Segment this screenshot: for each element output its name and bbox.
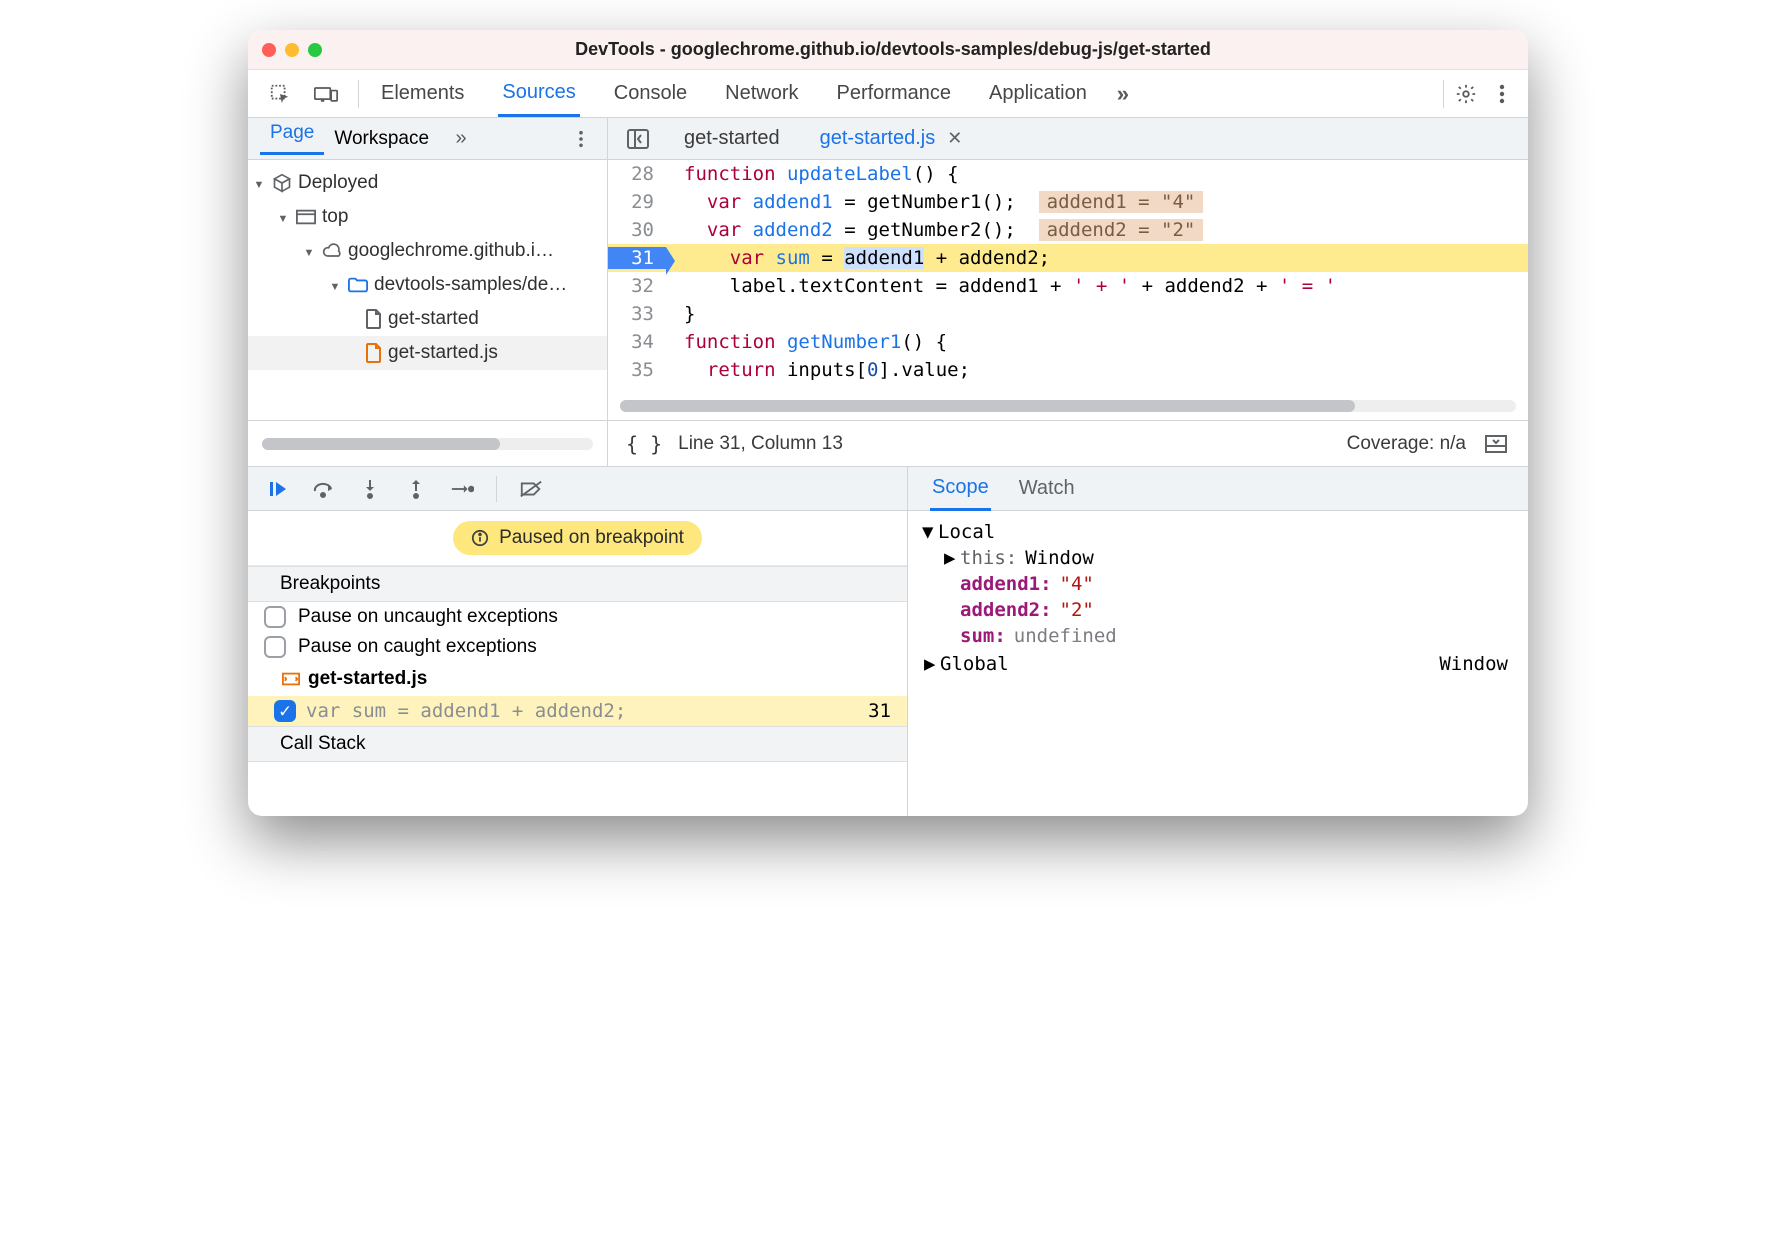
sources-subtoolbar: Page Workspace » get-started get-started…	[248, 118, 1528, 160]
scope-this[interactable]: ▶this:Window	[922, 545, 1514, 571]
tree-file-html[interactable]: get-started	[248, 302, 607, 336]
code-line-33[interactable]: 33}	[608, 300, 1528, 328]
cube-icon	[272, 173, 292, 193]
pause-caught-row[interactable]: Pause on caught exceptions	[248, 632, 907, 662]
debugger-sidebar: Paused on breakpoint Breakpoints Pause o…	[248, 467, 908, 816]
scope-local-header[interactable]: ▼Local	[922, 519, 1514, 545]
page-tab[interactable]: Page	[260, 122, 324, 155]
close-tab-icon[interactable]: ✕	[947, 128, 962, 149]
toggle-drawer-icon[interactable]	[1482, 430, 1510, 458]
breakpoint-file-icon	[282, 672, 300, 686]
code-line-30[interactable]: 30 var addend2 = getNumber2(); addend2 =…	[608, 216, 1528, 244]
paused-banner: Paused on breakpoint	[248, 511, 907, 566]
scope-var-addend1[interactable]: addend1:"4"	[922, 571, 1514, 597]
tree-folder[interactable]: devtools-samples/de…	[248, 268, 607, 302]
zoom-window-button[interactable]	[308, 43, 322, 57]
resume-icon[interactable]	[266, 477, 290, 501]
step-into-icon[interactable]	[358, 477, 382, 501]
tab-elements[interactable]: Elements	[377, 72, 468, 115]
watch-tab[interactable]: Watch	[1017, 468, 1077, 509]
tab-network[interactable]: Network	[721, 72, 802, 115]
window-title: DevTools - googlechrome.github.io/devtoo…	[322, 39, 1514, 60]
step-out-icon[interactable]	[404, 477, 428, 501]
file-icon	[366, 309, 382, 329]
tree-deployed[interactable]: Deployed	[248, 166, 607, 200]
settings-icon[interactable]	[1452, 80, 1480, 108]
code-line-34[interactable]: 34function getNumber1() {	[608, 328, 1528, 356]
step-icon[interactable]	[450, 477, 474, 501]
pause-uncaught-row[interactable]: Pause on uncaught exceptions	[248, 602, 907, 632]
kebab-menu-icon[interactable]	[1488, 80, 1516, 108]
scope-tab[interactable]: Scope	[930, 467, 991, 511]
tab-sources[interactable]: Sources	[498, 71, 579, 117]
code-line-29[interactable]: 29 var addend1 = getNumber1(); addend1 =…	[608, 188, 1528, 216]
scope-var-addend2[interactable]: addend2:"2"	[922, 597, 1514, 623]
info-icon	[471, 529, 489, 547]
file-navigator: Deployed top googlechrome.github.i… devt…	[248, 160, 608, 420]
deactivate-breakpoints-icon[interactable]	[519, 477, 543, 501]
scope-global[interactable]: ▶Global Window	[922, 649, 1514, 675]
tree-file-js[interactable]: get-started.js	[248, 336, 607, 370]
main-toolbar: Elements Sources Console Network Performance…	[248, 70, 1528, 118]
scope-panel: Scope Watch ▼Local ▶this:Window addend1:…	[908, 467, 1528, 816]
more-tabs-icon[interactable]: »	[1109, 80, 1137, 108]
devtools-window: DevTools - googlechrome.github.io/devtoo…	[248, 30, 1528, 816]
scope-var-sum[interactable]: sum:undefined	[922, 623, 1514, 649]
tree-domain[interactable]: googlechrome.github.i…	[248, 234, 607, 268]
file-tab-get-started-js[interactable]: get-started.js ✕	[812, 127, 971, 150]
code-line-31[interactable]: 31 var sum = addend1 + addend2;	[608, 244, 1528, 272]
js-file-icon	[366, 343, 382, 363]
checkbox-uncaught[interactable]	[264, 606, 286, 628]
close-window-button[interactable]	[262, 43, 276, 57]
tree-top[interactable]: top	[248, 200, 607, 234]
code-line-32[interactable]: 32 label.textContent = addend1 + ' + ' +…	[608, 272, 1528, 300]
callstack-section-header[interactable]: Call Stack	[248, 726, 907, 762]
navigator-h-scrollbar[interactable]	[262, 438, 593, 450]
tab-console[interactable]: Console	[610, 72, 691, 115]
code-line-35[interactable]: 35 return inputs[0].value;	[608, 356, 1528, 384]
breakpoints-section-header[interactable]: Breakpoints	[248, 566, 907, 602]
device-toggle-icon[interactable]	[312, 80, 340, 108]
coverage-status: Coverage: n/a	[1347, 433, 1466, 455]
tab-performance[interactable]: Performance	[833, 72, 956, 115]
minimize-window-button[interactable]	[285, 43, 299, 57]
folder-icon	[348, 277, 368, 293]
code-line-28[interactable]: 28function updateLabel() {	[608, 160, 1528, 188]
cloud-icon	[322, 243, 342, 259]
debugger-toolbar	[248, 467, 907, 511]
code-editor: 28function updateLabel() {29 var addend1…	[608, 160, 1528, 420]
workspace-tab[interactable]: Workspace	[324, 128, 439, 150]
checkbox-caught[interactable]	[264, 636, 286, 658]
cursor-position: Line 31, Column 13	[678, 433, 843, 455]
pretty-print-icon[interactable]: { }	[626, 432, 662, 456]
inspect-icon[interactable]	[266, 80, 294, 108]
breakpoint-checkbox[interactable]: ✓	[274, 700, 296, 722]
navigator-menu-icon[interactable]	[567, 125, 595, 153]
file-tab-get-started[interactable]: get-started	[676, 127, 788, 150]
more-navigator-tabs-icon[interactable]: »	[447, 125, 475, 153]
breakpoint-line-number: 31	[868, 700, 891, 722]
status-bar: { } Line 31, Column 13 Coverage: n/a	[248, 420, 1528, 466]
window-controls	[262, 43, 322, 57]
breakpoint-item[interactable]: ✓ var sum = addend1 + addend2; 31	[248, 696, 907, 726]
tab-application[interactable]: Application	[985, 72, 1091, 115]
toggle-navigator-icon[interactable]	[624, 125, 652, 153]
step-over-icon[interactable]	[312, 477, 336, 501]
titlebar: DevTools - googlechrome.github.io/devtoo…	[248, 30, 1528, 70]
breakpoint-file-header[interactable]: get-started.js	[248, 662, 907, 696]
frame-icon	[296, 209, 316, 225]
editor-h-scrollbar[interactable]	[620, 400, 1516, 416]
